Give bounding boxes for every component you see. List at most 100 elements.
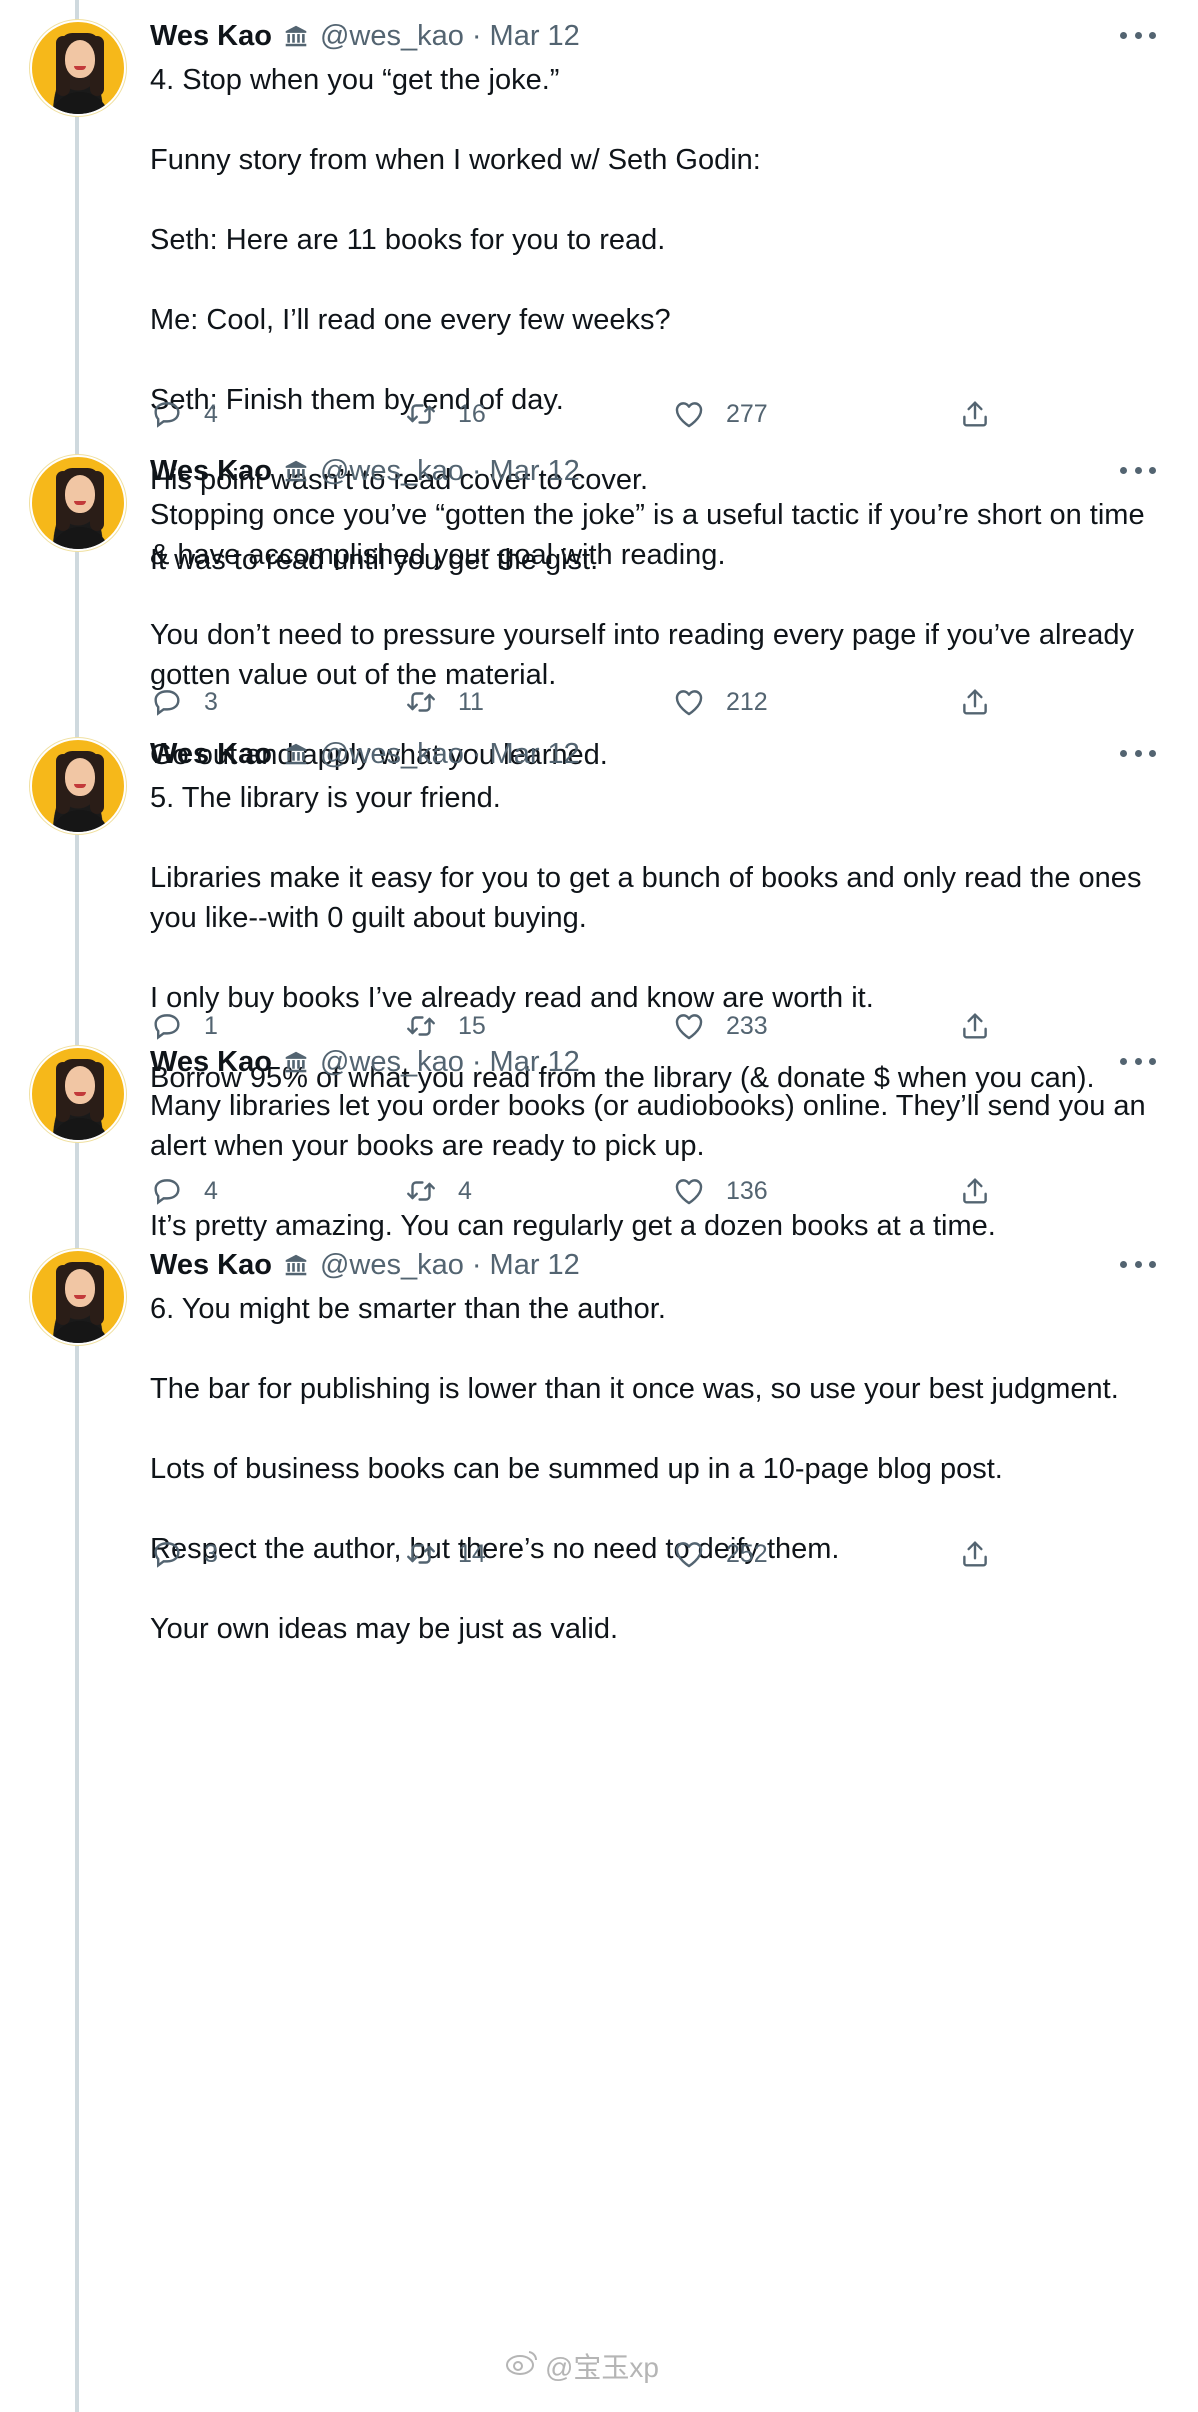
reply-button-count: 1 bbox=[204, 1011, 218, 1040]
tweet-header: Wes Kao @wes_kao · Mar 12 bbox=[150, 1245, 580, 1285]
separator: · bbox=[471, 1248, 482, 1281]
tweet-header: Wes Kao @wes_kao · Mar 12 bbox=[150, 451, 580, 491]
tweet-paragraph: 4. Stop when you “get the joke.” bbox=[150, 64, 560, 96]
tweet-header: Wes Kao @wes_kao · Mar 12 bbox=[150, 734, 580, 774]
government-building-icon bbox=[282, 22, 310, 50]
watermark-text: @宝玉xp bbox=[545, 2352, 659, 2383]
retweet-button[interactable]: 11 bbox=[404, 682, 484, 722]
retweet-button-count: 14 bbox=[458, 1539, 486, 1568]
share-button[interactable] bbox=[958, 1171, 992, 1211]
tweet-actions: 4 4 136 bbox=[150, 1171, 1050, 1211]
tweet-date[interactable]: Mar 12 bbox=[490, 1046, 580, 1079]
share-button[interactable] bbox=[958, 682, 992, 722]
tweet-date[interactable]: Mar 12 bbox=[490, 1249, 580, 1282]
author-name[interactable]: Wes Kao bbox=[150, 20, 272, 53]
retweet-button[interactable]: 14 bbox=[404, 1534, 486, 1574]
more-options-icon[interactable] bbox=[1120, 1046, 1156, 1076]
heart-icon bbox=[672, 685, 706, 719]
reply-icon bbox=[150, 1009, 184, 1043]
reply-button-count: 3 bbox=[204, 1539, 218, 1568]
reply-button[interactable]: 3 bbox=[150, 682, 218, 722]
thread-line bbox=[75, 0, 79, 2412]
share-button[interactable] bbox=[958, 1006, 992, 1046]
tweet-paragraph: It’s pretty amazing. You can regularly g… bbox=[150, 1210, 996, 1242]
like-button-count: 252 bbox=[726, 1539, 768, 1568]
tweet-text: Many libraries let you order books (or a… bbox=[150, 1086, 1160, 1246]
reply-button[interactable]: 4 bbox=[150, 1171, 218, 1211]
author-handle[interactable]: @wes_kao bbox=[320, 1046, 464, 1079]
heart-icon bbox=[672, 1009, 706, 1043]
reply-icon bbox=[150, 1537, 184, 1571]
retweet-icon bbox=[404, 397, 438, 431]
tweet-date[interactable]: Mar 12 bbox=[490, 20, 580, 53]
like-button[interactable]: 212 bbox=[672, 682, 768, 722]
tweet-text: 6. You might be smarter than the author.… bbox=[150, 1289, 1160, 1649]
separator: · bbox=[471, 1045, 482, 1078]
tweet-date[interactable]: Mar 12 bbox=[490, 455, 580, 488]
share-button[interactable] bbox=[958, 1534, 992, 1574]
more-options-icon[interactable] bbox=[1120, 738, 1156, 768]
tweet-paragraph: Lots of business books can be summed up … bbox=[150, 1453, 1003, 1485]
avatar[interactable] bbox=[30, 738, 126, 834]
like-button-count: 136 bbox=[726, 1176, 768, 1205]
more-options-icon[interactable] bbox=[1120, 20, 1156, 50]
tweet-paragraph: 6. You might be smarter than the author. bbox=[150, 1293, 666, 1325]
tweet-paragraph: The bar for publishing is lower than it … bbox=[150, 1373, 1119, 1405]
tweet-paragraph: 5. The library is your friend. bbox=[150, 782, 501, 814]
author-name[interactable]: Wes Kao bbox=[150, 738, 272, 771]
reply-icon bbox=[150, 685, 184, 719]
like-button[interactable]: 233 bbox=[672, 1006, 768, 1046]
tweet-actions: 1 15 233 bbox=[150, 1006, 1050, 1046]
heart-icon bbox=[672, 1537, 706, 1571]
reply-button[interactable]: 4 bbox=[150, 394, 218, 434]
like-button-count: 277 bbox=[726, 399, 768, 428]
avatar[interactable] bbox=[30, 1046, 126, 1142]
heart-icon bbox=[672, 1174, 706, 1208]
retweet-icon bbox=[404, 1174, 438, 1208]
retweet-icon bbox=[404, 685, 438, 719]
share-icon bbox=[958, 1537, 992, 1571]
more-options-icon[interactable] bbox=[1120, 455, 1156, 485]
reply-button[interactable]: 1 bbox=[150, 1006, 218, 1046]
author-handle[interactable]: @wes_kao bbox=[320, 455, 464, 488]
retweet-button[interactable]: 4 bbox=[404, 1171, 472, 1211]
author-name[interactable]: Wes Kao bbox=[150, 1249, 272, 1282]
tweet-date[interactable]: Mar 12 bbox=[490, 738, 580, 771]
author-name[interactable]: Wes Kao bbox=[150, 1046, 272, 1079]
tweet-header: Wes Kao @wes_kao · Mar 12 bbox=[150, 1042, 580, 1082]
tweet-paragraph: Your own ideas may be just as valid. bbox=[150, 1613, 619, 1645]
retweet-button[interactable]: 15 bbox=[404, 1006, 486, 1046]
tweet-actions: 3 11 212 bbox=[150, 682, 1050, 722]
share-icon bbox=[958, 1009, 992, 1043]
avatar[interactable] bbox=[30, 20, 126, 116]
like-button[interactable]: 277 bbox=[672, 394, 768, 434]
separator: · bbox=[471, 19, 482, 52]
author-handle[interactable]: @wes_kao bbox=[320, 738, 464, 771]
retweet-button-count: 4 bbox=[458, 1176, 472, 1205]
tweet-paragraph: Libraries make it easy for you to get a … bbox=[150, 862, 1142, 934]
reply-button[interactable]: 3 bbox=[150, 1534, 218, 1574]
government-building-icon bbox=[282, 457, 310, 485]
more-options-icon[interactable] bbox=[1120, 1249, 1156, 1279]
tweet-paragraph: Seth: Here are 11 books for you to read. bbox=[150, 224, 666, 256]
watermark: @宝玉xp bbox=[505, 2344, 659, 2388]
author-handle[interactable]: @wes_kao bbox=[320, 20, 464, 53]
tweet-paragraph: Funny story from when I worked w/ Seth G… bbox=[150, 144, 761, 176]
tweet-header: Wes Kao @wes_kao · Mar 12 bbox=[150, 16, 580, 56]
retweet-button[interactable]: 16 bbox=[404, 394, 486, 434]
avatar[interactable] bbox=[30, 1249, 126, 1345]
reply-icon bbox=[150, 397, 184, 431]
retweet-button-count: 11 bbox=[458, 687, 484, 716]
like-button-count: 233 bbox=[726, 1011, 768, 1040]
tweet-actions: 3 14 252 bbox=[150, 1534, 1050, 1574]
retweet-button-count: 16 bbox=[458, 399, 486, 428]
like-button-count: 212 bbox=[726, 687, 768, 716]
avatar[interactable] bbox=[30, 455, 126, 551]
like-button[interactable]: 136 bbox=[672, 1171, 768, 1211]
like-button[interactable]: 252 bbox=[672, 1534, 768, 1574]
separator: · bbox=[471, 454, 482, 487]
reply-button-count: 3 bbox=[204, 687, 218, 716]
author-handle[interactable]: @wes_kao bbox=[320, 1249, 464, 1282]
author-name[interactable]: Wes Kao bbox=[150, 455, 272, 488]
share-button[interactable] bbox=[958, 394, 992, 434]
